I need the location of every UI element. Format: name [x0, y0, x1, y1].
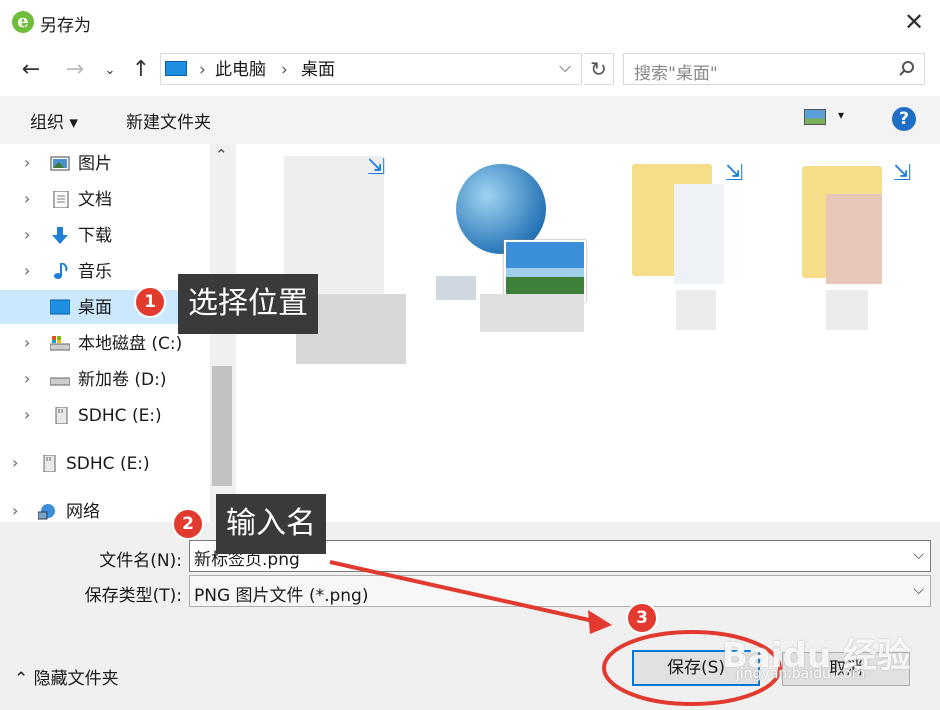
sidebar-item-label: 音乐 — [78, 262, 112, 282]
hide-folders-label: 隐藏文件夹 — [33, 669, 119, 689]
shortcut-arrow-icon: ⇲ — [724, 161, 744, 186]
annotation-badge-2: 2 — [172, 508, 204, 540]
chevron-up-icon: ⌃ — [14, 669, 29, 689]
expand-chevron-icon[interactable]: › — [24, 262, 30, 280]
expand-chevron-icon[interactable]: › — [12, 454, 18, 472]
filename-label: 文件名(N): — [99, 551, 182, 571]
sidebar-item-sdhc-e[interactable]: › SDHC (E:) — [0, 398, 210, 432]
file-item-label-pixelated — [676, 290, 716, 330]
refresh-icon[interactable]: ↻ — [584, 53, 614, 85]
network-icon — [38, 504, 55, 520]
scroll-up-icon[interactable]: ⌃ — [215, 146, 228, 164]
breadcrumb-desktop[interactable]: 桌面 — [301, 59, 335, 81]
annotation-badge-3: 3 — [626, 602, 658, 634]
desktop-icon — [50, 299, 70, 315]
hide-folders-button[interactable]: ⌃ 隐藏文件夹 — [14, 664, 119, 689]
sidebar-item-pictures[interactable]: › 图片 — [0, 146, 210, 180]
sidebar-item-label: SDHC (E:) — [78, 406, 162, 426]
breadcrumb-this-pc[interactable]: 此电脑 — [215, 59, 266, 81]
expand-chevron-icon[interactable]: › — [24, 190, 30, 208]
filetype-label: 保存类型(T): — [84, 586, 182, 606]
annotation-callout-2: 输入名 — [216, 494, 326, 554]
sidebar-item-label: 本地磁盘 (C:) — [78, 334, 183, 354]
expand-chevron-icon[interactable]: › — [24, 370, 30, 388]
sidebar-item-documents[interactable]: › 文档 — [0, 182, 210, 216]
recent-locations-chevron-icon[interactable]: ⌄ — [100, 56, 120, 86]
address-bar[interactable]: › 此电脑 › 桌面 ⌵ — [160, 53, 582, 85]
title-bar: e 另存为 ✕ — [0, 0, 940, 44]
annotation-callout-1: 选择位置 — [178, 274, 318, 334]
expand-chevron-icon[interactable]: › — [12, 502, 18, 520]
sidebar-item-new-volume-d[interactable]: › 新加卷 (D:) — [0, 362, 210, 396]
expand-chevron-icon[interactable]: › — [24, 226, 30, 244]
sidebar-item-label: 桌面 — [78, 298, 112, 318]
help-icon[interactable]: ? — [892, 107, 916, 131]
sidebar-item-label: 新加卷 (D:) — [78, 370, 167, 390]
expand-chevron-icon[interactable]: › — [24, 406, 30, 424]
filetype-value: PNG 图片文件 (*.png) — [194, 586, 369, 606]
sidebar-item-label: 图片 — [78, 154, 112, 174]
file-item-label-pixelated — [480, 294, 584, 332]
back-arrow-icon[interactable]: ← — [16, 55, 46, 85]
folder-preview-pixelated — [826, 194, 882, 284]
chevron-down-icon[interactable]: ⌵ — [913, 582, 924, 598]
file-item-label-pixelated — [826, 290, 868, 330]
file-list: ⇲ ⇲ ⇲ — [236, 144, 940, 522]
downloads-icon — [52, 227, 68, 244]
sidebar-item-label: SDHC (E:) — [66, 454, 150, 474]
image-file-icon[interactable] — [504, 240, 586, 302]
this-pc-icon — [165, 61, 187, 76]
sidebar-item-downloads[interactable]: › 下载 — [0, 218, 210, 252]
file-item-label-pixelated — [436, 276, 476, 300]
sidebar-item-label: 下载 — [78, 226, 112, 246]
documents-icon — [53, 191, 69, 208]
chevron-down-icon[interactable]: ⌵ — [913, 547, 924, 563]
command-toolbar: 组织 ▾ 新建文件夹 ▾ — [0, 96, 940, 144]
browser-app-icon: e — [12, 11, 34, 33]
organize-button[interactable]: 组织 ▾ — [30, 108, 78, 133]
breadcrumb-separator: › — [199, 60, 206, 80]
up-arrow-icon[interactable]: ↑ — [126, 55, 156, 85]
forward-arrow-icon[interactable]: → — [60, 55, 90, 85]
filetype-select[interactable]: PNG 图片文件 (*.png) ⌵ — [189, 575, 931, 607]
search-input[interactable]: 搜索"桌面" — [623, 53, 925, 85]
folder-preview-pixelated — [674, 184, 724, 284]
search-placeholder: 搜索"桌面" — [634, 64, 718, 84]
shortcut-arrow-icon: ⇲ — [892, 161, 912, 186]
expand-chevron-icon[interactable]: › — [24, 334, 30, 352]
breadcrumb-separator: › — [281, 60, 288, 80]
baidu-watermark-url: jingyan.baidu.com — [736, 666, 866, 682]
expand-chevron-icon[interactable]: › — [24, 154, 30, 172]
annotation-badge-1: 1 — [134, 286, 166, 318]
close-button[interactable]: ✕ — [898, 6, 930, 38]
scroll-thumb[interactable] — [212, 366, 232, 486]
window-title: 另存为 — [40, 16, 91, 36]
music-icon — [54, 263, 68, 279]
pictures-icon — [50, 156, 70, 171]
sd-card-icon — [43, 455, 56, 472]
address-dropdown-icon[interactable]: ⌵ — [559, 57, 571, 77]
view-options-icon[interactable] — [804, 109, 826, 125]
sd-card-icon — [55, 407, 68, 424]
new-folder-button[interactable]: 新建文件夹 — [126, 108, 211, 133]
search-icon[interactable] — [898, 60, 916, 78]
shortcut-arrow-icon: ⇲ — [366, 155, 386, 180]
local-disk-icon — [50, 336, 70, 351]
sidebar-item-label: 文档 — [78, 190, 112, 210]
sidebar-item-label: 网络 — [66, 502, 100, 522]
view-dropdown-icon[interactable]: ▾ — [838, 108, 844, 122]
drive-icon — [50, 377, 70, 386]
sidebar-item-sdhc-e-root[interactable]: › SDHC (E:) — [0, 446, 210, 480]
